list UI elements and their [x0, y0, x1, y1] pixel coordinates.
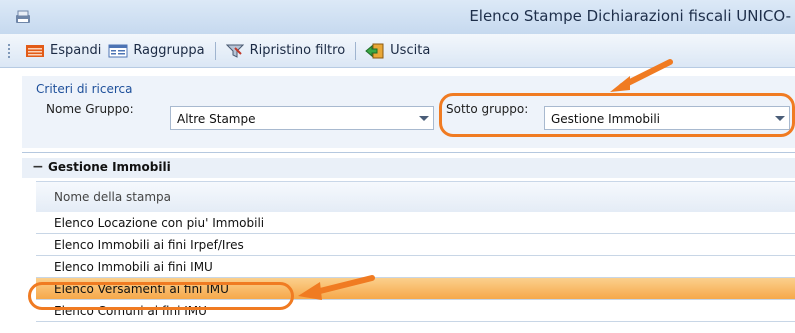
expand-label: Espandi: [50, 43, 102, 58]
row-label: Elenco Comuni ai fini IMU: [54, 304, 207, 318]
exit-button[interactable]: Uscita: [364, 43, 430, 59]
rows-container: Elenco Locazione con piu' Immobili Elenc…: [36, 212, 795, 322]
expand-icon: [24, 43, 46, 59]
dropdown-arrow-icon[interactable]: [419, 116, 429, 121]
reset-filter-button[interactable]: Ripristino filtro: [224, 43, 346, 59]
row-label: Elenco Locazione con piu' Immobili: [54, 216, 265, 230]
table-row[interactable]: Elenco Immobili ai fini Irpef/Ires: [36, 234, 795, 256]
search-criteria-panel: Criteri di ricerca Nome Gruppo: Altre St…: [22, 75, 795, 148]
toolbar: Espandi Raggruppa Ripristino filtro Usci…: [0, 34, 795, 68]
filter-icon: [224, 43, 246, 59]
window-title: Elenco Stampe Dichiarazioni fiscali UNIC…: [469, 7, 791, 25]
expand-button[interactable]: Espandi: [24, 43, 101, 59]
column-header-label: Nome della stampa: [54, 190, 172, 204]
group-row[interactable]: − Gestione Immobili: [22, 158, 795, 178]
group-name-label: Nome Gruppo:: [46, 102, 134, 116]
group-icon: [107, 43, 129, 59]
dropdown-arrow-icon[interactable]: [775, 116, 785, 121]
table-row-selected[interactable]: Elenco Versamenti ai fini IMU: [36, 278, 795, 300]
exit-label: Uscita: [390, 43, 431, 58]
results-grid: − Gestione Immobili Nome della stampa El…: [22, 152, 795, 333]
group-label: Raggruppa: [133, 43, 205, 58]
app-icon: [16, 10, 30, 23]
toolbar-grip[interactable]: [8, 43, 16, 58]
subgroup-value: Gestione Immobili: [551, 112, 660, 126]
row-label: Elenco Immobili ai fini IMU: [54, 260, 213, 274]
column-header[interactable]: Nome della stampa: [36, 181, 795, 213]
criteria-title: Criteri di ricerca: [36, 82, 133, 96]
row-label: Elenco Immobili ai fini Irpef/Ires: [54, 238, 244, 252]
toolbar-separator: [355, 41, 357, 60]
subgroup-label: Sotto gruppo:: [446, 102, 529, 116]
row-label: Elenco Versamenti ai fini IMU: [54, 282, 229, 296]
table-row[interactable]: Elenco Locazione con piu' Immobili: [36, 212, 795, 234]
exit-icon: [364, 43, 386, 59]
table-row[interactable]: Elenco Immobili ai fini IMU: [36, 256, 795, 278]
collapse-toggle[interactable]: −: [32, 159, 44, 175]
reset-filter-label: Ripristino filtro: [249, 43, 346, 58]
group-name-select[interactable]: Altre Stampe: [170, 106, 434, 130]
group-row-label: Gestione Immobili: [48, 160, 171, 174]
subgroup-select[interactable]: Gestione Immobili: [544, 106, 790, 130]
toolbar-separator: [214, 41, 216, 60]
title-bar: Elenco Stampe Dichiarazioni fiscali UNIC…: [0, 0, 795, 35]
group-button[interactable]: Raggruppa: [107, 43, 205, 59]
group-name-value: Altre Stampe: [177, 112, 256, 126]
table-row[interactable]: Elenco Comuni ai fini IMU: [36, 300, 795, 322]
